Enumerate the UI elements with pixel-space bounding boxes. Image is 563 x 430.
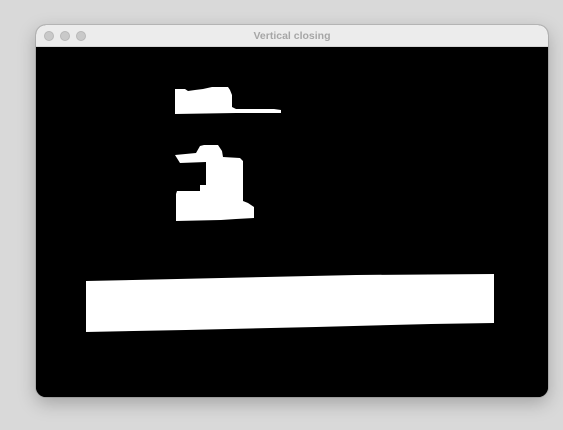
app-window: Vertical closing: [36, 25, 548, 397]
image-canvas: [36, 47, 548, 397]
white-bar-bottom: [86, 274, 494, 332]
zoom-button[interactable]: [76, 31, 86, 41]
close-button[interactable]: [44, 31, 54, 41]
window-title: Vertical closing: [253, 30, 331, 42]
minimize-button[interactable]: [60, 31, 70, 41]
binary-image: [36, 47, 548, 397]
title-bar[interactable]: Vertical closing: [36, 25, 548, 47]
